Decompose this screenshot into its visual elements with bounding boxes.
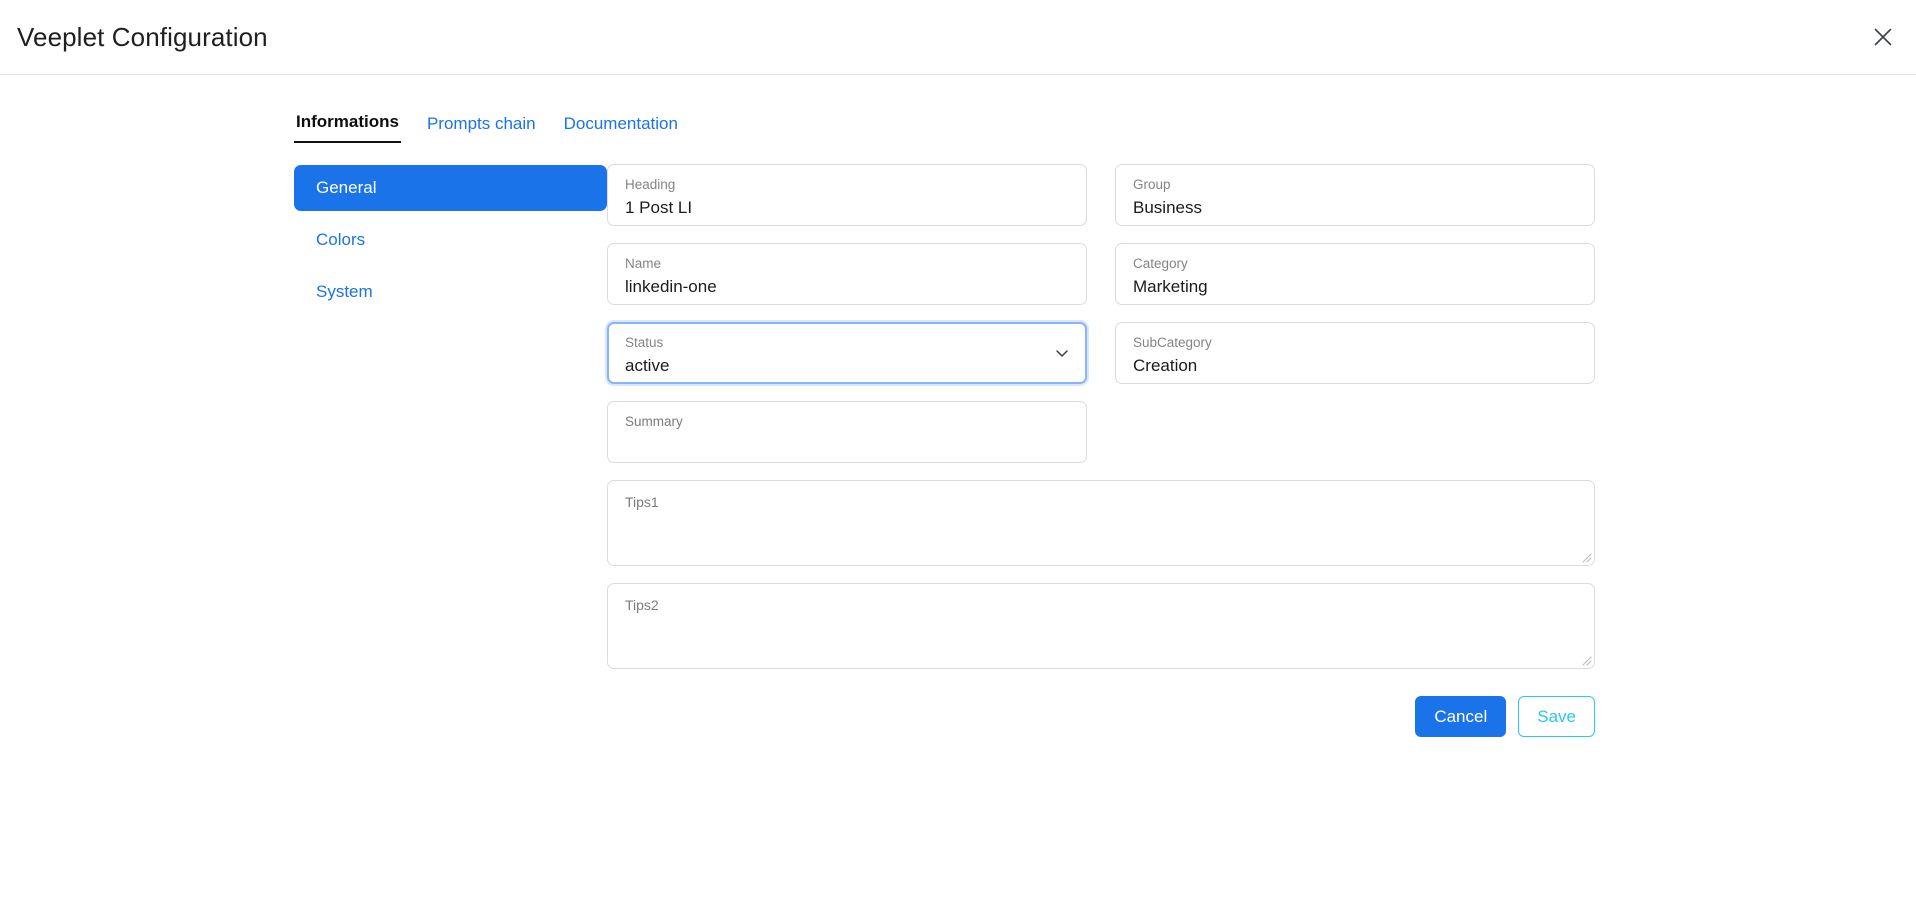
window-titlebar: Veeplet Configuration (0, 0, 1916, 75)
form-row-heading-group: Heading 1 Post LI Group Business (607, 164, 1595, 226)
name-field[interactable]: Name linkedin-one (607, 243, 1087, 305)
form-row-summary: Summary (607, 401, 1595, 463)
tab-bar: Informations Prompts chain Documentation (0, 91, 1916, 143)
summary-field[interactable]: Summary (607, 401, 1087, 463)
name-value: linkedin-one (625, 276, 717, 296)
field-wrapper-category: Category Marketing (1115, 243, 1595, 305)
tips2-label: Tips2 (625, 597, 659, 613)
tips1-label: Tips1 (625, 494, 659, 510)
tab-documentation[interactable]: Documentation (562, 114, 680, 143)
tips2-value (625, 613, 1577, 634)
form-row-name-category: Name linkedin-one Category Marketing (607, 243, 1595, 305)
subcategory-value: Creation (1133, 355, 1198, 375)
resize-handle-icon[interactable] (1580, 654, 1592, 666)
field-wrapper-tips2: Tips2 (607, 583, 1595, 669)
close-icon (1872, 26, 1894, 48)
chevron-down-icon[interactable] (1054, 345, 1070, 361)
sidebar-item-general[interactable]: General (294, 165, 607, 211)
page-title: Veeplet Configuration (17, 21, 268, 52)
field-wrapper-summary: Summary (607, 401, 1087, 463)
form-row-tips2: Tips2 (607, 583, 1595, 669)
cancel-button[interactable]: Cancel (1415, 696, 1507, 737)
heading-value: 1 Post LI (625, 197, 693, 217)
category-field[interactable]: Category Marketing (1115, 243, 1595, 305)
field-wrapper-tips1: Tips1 (607, 480, 1595, 566)
name-label: Name (625, 256, 662, 271)
group-label: Group (1133, 177, 1171, 192)
tab-informations[interactable]: Informations (294, 112, 401, 143)
group-value: Business (1133, 197, 1202, 217)
heading-field[interactable]: Heading 1 Post LI (607, 164, 1087, 226)
general-settings-form: Heading 1 Post LI Group Business Name li… (607, 164, 1595, 737)
sidebar-item-system[interactable]: System (294, 269, 607, 315)
form-actions: Cancel Save (607, 696, 1595, 737)
subcategory-label: SubCategory (1133, 335, 1212, 350)
summary-value (625, 434, 1069, 455)
save-button[interactable]: Save (1518, 696, 1595, 737)
tab-prompts-chain[interactable]: Prompts chain (425, 114, 538, 143)
field-wrapper-group: Group Business (1115, 164, 1595, 226)
heading-label: Heading (625, 177, 676, 192)
resize-handle-icon[interactable] (1580, 551, 1592, 563)
form-row-tips1: Tips1 (607, 480, 1595, 566)
subcategory-field[interactable]: SubCategory Creation (1115, 322, 1595, 384)
tips1-textarea[interactable]: Tips1 (607, 480, 1595, 566)
status-select[interactable]: Status active (607, 322, 1087, 384)
field-wrapper-subcategory: SubCategory Creation (1115, 322, 1595, 384)
form-row-status-subcategory: Status active SubCategory Creation (607, 322, 1595, 384)
category-label: Category (1133, 256, 1188, 271)
sidebar-item-colors[interactable]: Colors (294, 217, 607, 263)
status-value: active (625, 355, 670, 375)
settings-sidebar: General Colors System (294, 164, 607, 321)
summary-row-spacer (1115, 401, 1595, 463)
close-button[interactable] (1866, 20, 1900, 54)
group-field[interactable]: Group Business (1115, 164, 1595, 226)
status-label: Status (625, 335, 664, 350)
category-value: Marketing (1133, 276, 1208, 296)
field-wrapper-name: Name linkedin-one (607, 243, 1087, 305)
field-wrapper-status: Status active (607, 322, 1087, 384)
content-area: General Colors System Heading 1 Post LI … (0, 143, 1916, 737)
tips1-value (625, 510, 1577, 531)
field-wrapper-heading: Heading 1 Post LI (607, 164, 1087, 226)
tips2-textarea[interactable]: Tips2 (607, 583, 1595, 669)
summary-label: Summary (625, 414, 683, 429)
